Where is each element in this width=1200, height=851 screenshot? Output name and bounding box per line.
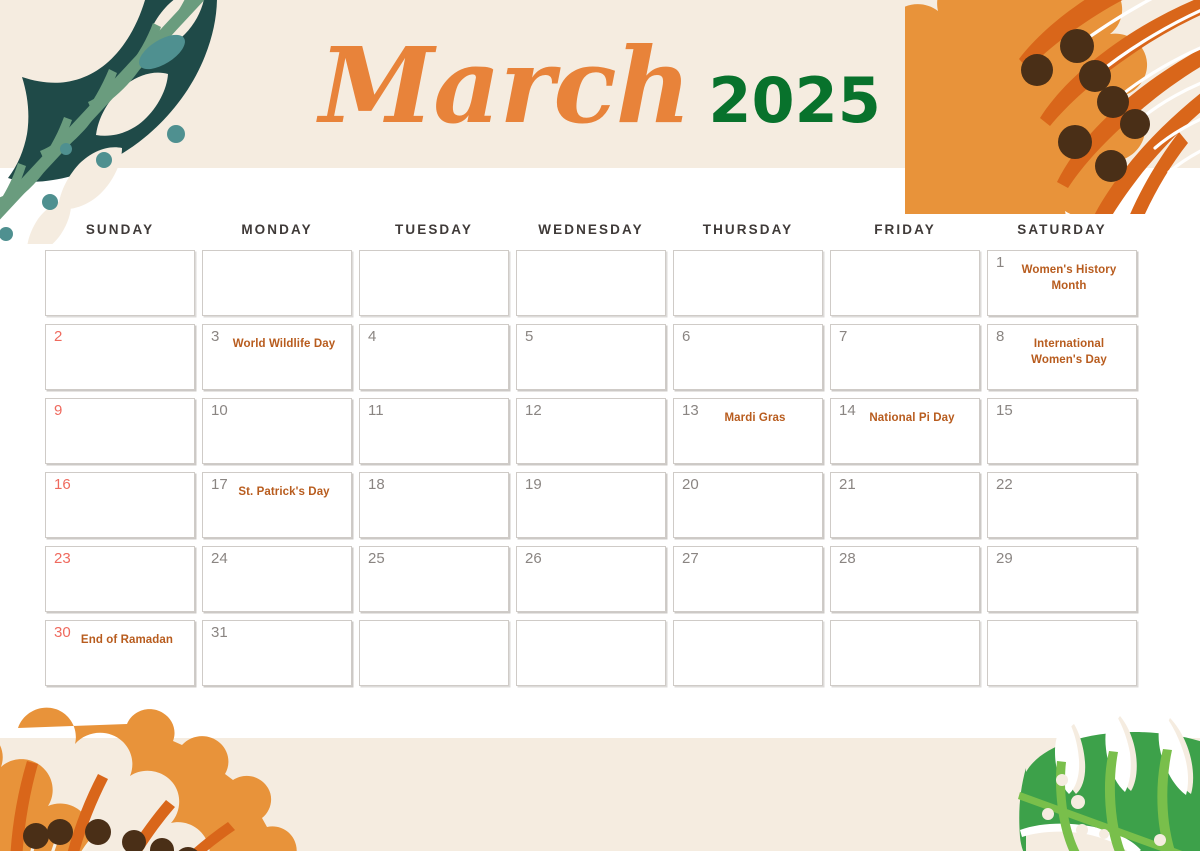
calendar-day-cell[interactable]: 2 — [45, 324, 195, 390]
day-number: 27 — [682, 550, 699, 567]
day-event-label: Women's History Month — [1021, 264, 1117, 292]
calendar-day-cell[interactable]: 29 — [987, 546, 1137, 612]
calendar-day-cell[interactable]: 30 End of Ramadan — [45, 620, 195, 686]
calendar-empty-cell[interactable] — [516, 250, 666, 316]
calendar-day-cell[interactable]: 13 Mardi Gras — [673, 398, 823, 464]
calendar-day-cell[interactable]: 28 — [830, 546, 980, 612]
calendar-day-cell[interactable]: 17 St. Patrick's Day — [202, 472, 352, 538]
day-event-label: End of Ramadan — [80, 634, 174, 646]
calendar-empty-cell[interactable] — [673, 620, 823, 686]
calendar-day-cell[interactable]: 7 — [830, 324, 980, 390]
calendar-week-row: 30 End of Ramadan 31 — [45, 620, 1137, 686]
calendar-day-cell[interactable]: 5 — [516, 324, 666, 390]
calendar-empty-cell[interactable] — [830, 250, 980, 316]
calendar-empty-cell[interactable] — [45, 250, 195, 316]
calendar-day-cell[interactable]: 1 Women's History Month — [987, 250, 1137, 316]
calendar-day-cell[interactable]: 15 — [987, 398, 1137, 464]
title-year: 2025 — [708, 64, 881, 137]
calendar-day-cell[interactable]: 16 — [45, 472, 195, 538]
day-event-label: World Wildlife Day — [232, 338, 336, 350]
day-number: 26 — [525, 550, 542, 567]
day-number: 12 — [525, 402, 542, 419]
calendar-week-row: 1 Women's History Month — [45, 250, 1137, 316]
calendar-empty-cell[interactable] — [202, 250, 352, 316]
weekday-header-sunday: SUNDAY — [85, 222, 155, 237]
calendar-page: March 2025 SUNDAY MONDAY TUESDAY WEDNESDA… — [0, 0, 1200, 851]
day-number: 5 — [525, 328, 534, 345]
weekday-header-thursday: THURSDAY — [702, 222, 794, 237]
day-number: 2 — [54, 328, 63, 345]
calendar-day-cell[interactable]: 10 — [202, 398, 352, 464]
calendar-day-cell[interactable]: 8 International Women's Day — [987, 324, 1137, 390]
day-number: 23 — [54, 550, 71, 567]
calendar-day-cell[interactable]: 21 — [830, 472, 980, 538]
day-number: 20 — [682, 476, 699, 493]
day-number: 16 — [54, 476, 71, 493]
weekday-header-wednesday: WEDNESDAY — [538, 222, 644, 237]
day-number: 19 — [525, 476, 542, 493]
calendar-day-cell[interactable]: 12 — [516, 398, 666, 464]
calendar-day-cell[interactable]: 14 National Pi Day — [830, 398, 980, 464]
calendar-day-cell[interactable]: 27 — [673, 546, 823, 612]
weekday-header-tuesday: TUESDAY — [395, 222, 473, 237]
day-number: 31 — [211, 624, 228, 641]
day-event-label: National Pi Day — [869, 412, 955, 424]
day-number: 10 — [211, 402, 228, 419]
page-title: March 2025 — [0, 24, 1200, 147]
day-number: 18 — [368, 476, 385, 493]
day-event-label: International Women's Day — [1031, 338, 1107, 366]
calendar-day-cell[interactable]: 11 — [359, 398, 509, 464]
day-number: 6 — [682, 328, 691, 345]
day-number: 4 — [368, 328, 377, 345]
calendar-day-cell[interactable]: 22 — [987, 472, 1137, 538]
calendar-day-cell[interactable]: 20 — [673, 472, 823, 538]
day-number: 11 — [368, 402, 384, 419]
weekday-header-saturday: SATURDAY — [1017, 222, 1107, 237]
day-number: 22 — [996, 476, 1013, 493]
footer-band — [0, 738, 1200, 851]
title-month: March — [319, 24, 691, 147]
calendar-day-cell[interactable]: 3 World Wildlife Day — [202, 324, 352, 390]
calendar-empty-cell[interactable] — [830, 620, 980, 686]
day-number: 15 — [996, 402, 1013, 419]
day-number: 3 — [211, 328, 220, 345]
day-event-label: Mardi Gras — [724, 412, 786, 424]
calendar-empty-cell[interactable] — [359, 250, 509, 316]
calendar-day-cell[interactable]: 31 — [202, 620, 352, 686]
calendar-empty-cell[interactable] — [516, 620, 666, 686]
weekday-header-friday: FRIDAY — [874, 222, 936, 237]
calendar-week-row: 2 3 World Wildlife Day 4 5 6 7 8 International W… — [45, 324, 1137, 390]
day-number: 24 — [211, 550, 228, 567]
day-event-label: St. Patrick's Day — [238, 486, 330, 498]
calendar-day-cell[interactable]: 9 — [45, 398, 195, 464]
day-number: 25 — [368, 550, 385, 567]
calendar-day-cell[interactable]: 18 — [359, 472, 509, 538]
weekday-header-monday: MONDAY — [241, 222, 313, 237]
calendar-day-cell[interactable]: 25 — [359, 546, 509, 612]
calendar-grid: SUNDAY MONDAY TUESDAY WEDNESDAY THURSDAY… — [45, 222, 1137, 686]
day-number: 1 — [996, 254, 1005, 271]
calendar-empty-cell[interactable] — [359, 620, 509, 686]
day-number: 21 — [839, 476, 856, 493]
calendar-day-cell[interactable]: 4 — [359, 324, 509, 390]
calendar-day-cell[interactable]: 23 — [45, 546, 195, 612]
day-number: 8 — [996, 328, 1005, 345]
calendar-week-row: 9 10 11 12 13 Mardi Gras 14 National Pi Day 15 — [45, 398, 1137, 464]
calendar-day-cell[interactable]: 26 — [516, 546, 666, 612]
calendar-empty-cell[interactable] — [987, 620, 1137, 686]
calendar-week-row: 23 24 25 26 27 28 29 — [45, 546, 1137, 612]
calendar-day-cell[interactable]: 19 — [516, 472, 666, 538]
calendar-empty-cell[interactable] — [673, 250, 823, 316]
calendar-day-cell[interactable]: 6 — [673, 324, 823, 390]
calendar-weeks: 1 Women's History Month 2 3 World Wildlife D… — [45, 250, 1137, 686]
weekday-header-row: SUNDAY MONDAY TUESDAY WEDNESDAY THURSDAY… — [45, 222, 1137, 237]
day-number: 7 — [839, 328, 848, 345]
day-number: 28 — [839, 550, 856, 567]
calendar-day-cell[interactable]: 24 — [202, 546, 352, 612]
calendar-week-row: 16 17 St. Patrick's Day 18 19 20 21 22 — [45, 472, 1137, 538]
day-number: 29 — [996, 550, 1013, 567]
day-number: 9 — [54, 402, 63, 419]
